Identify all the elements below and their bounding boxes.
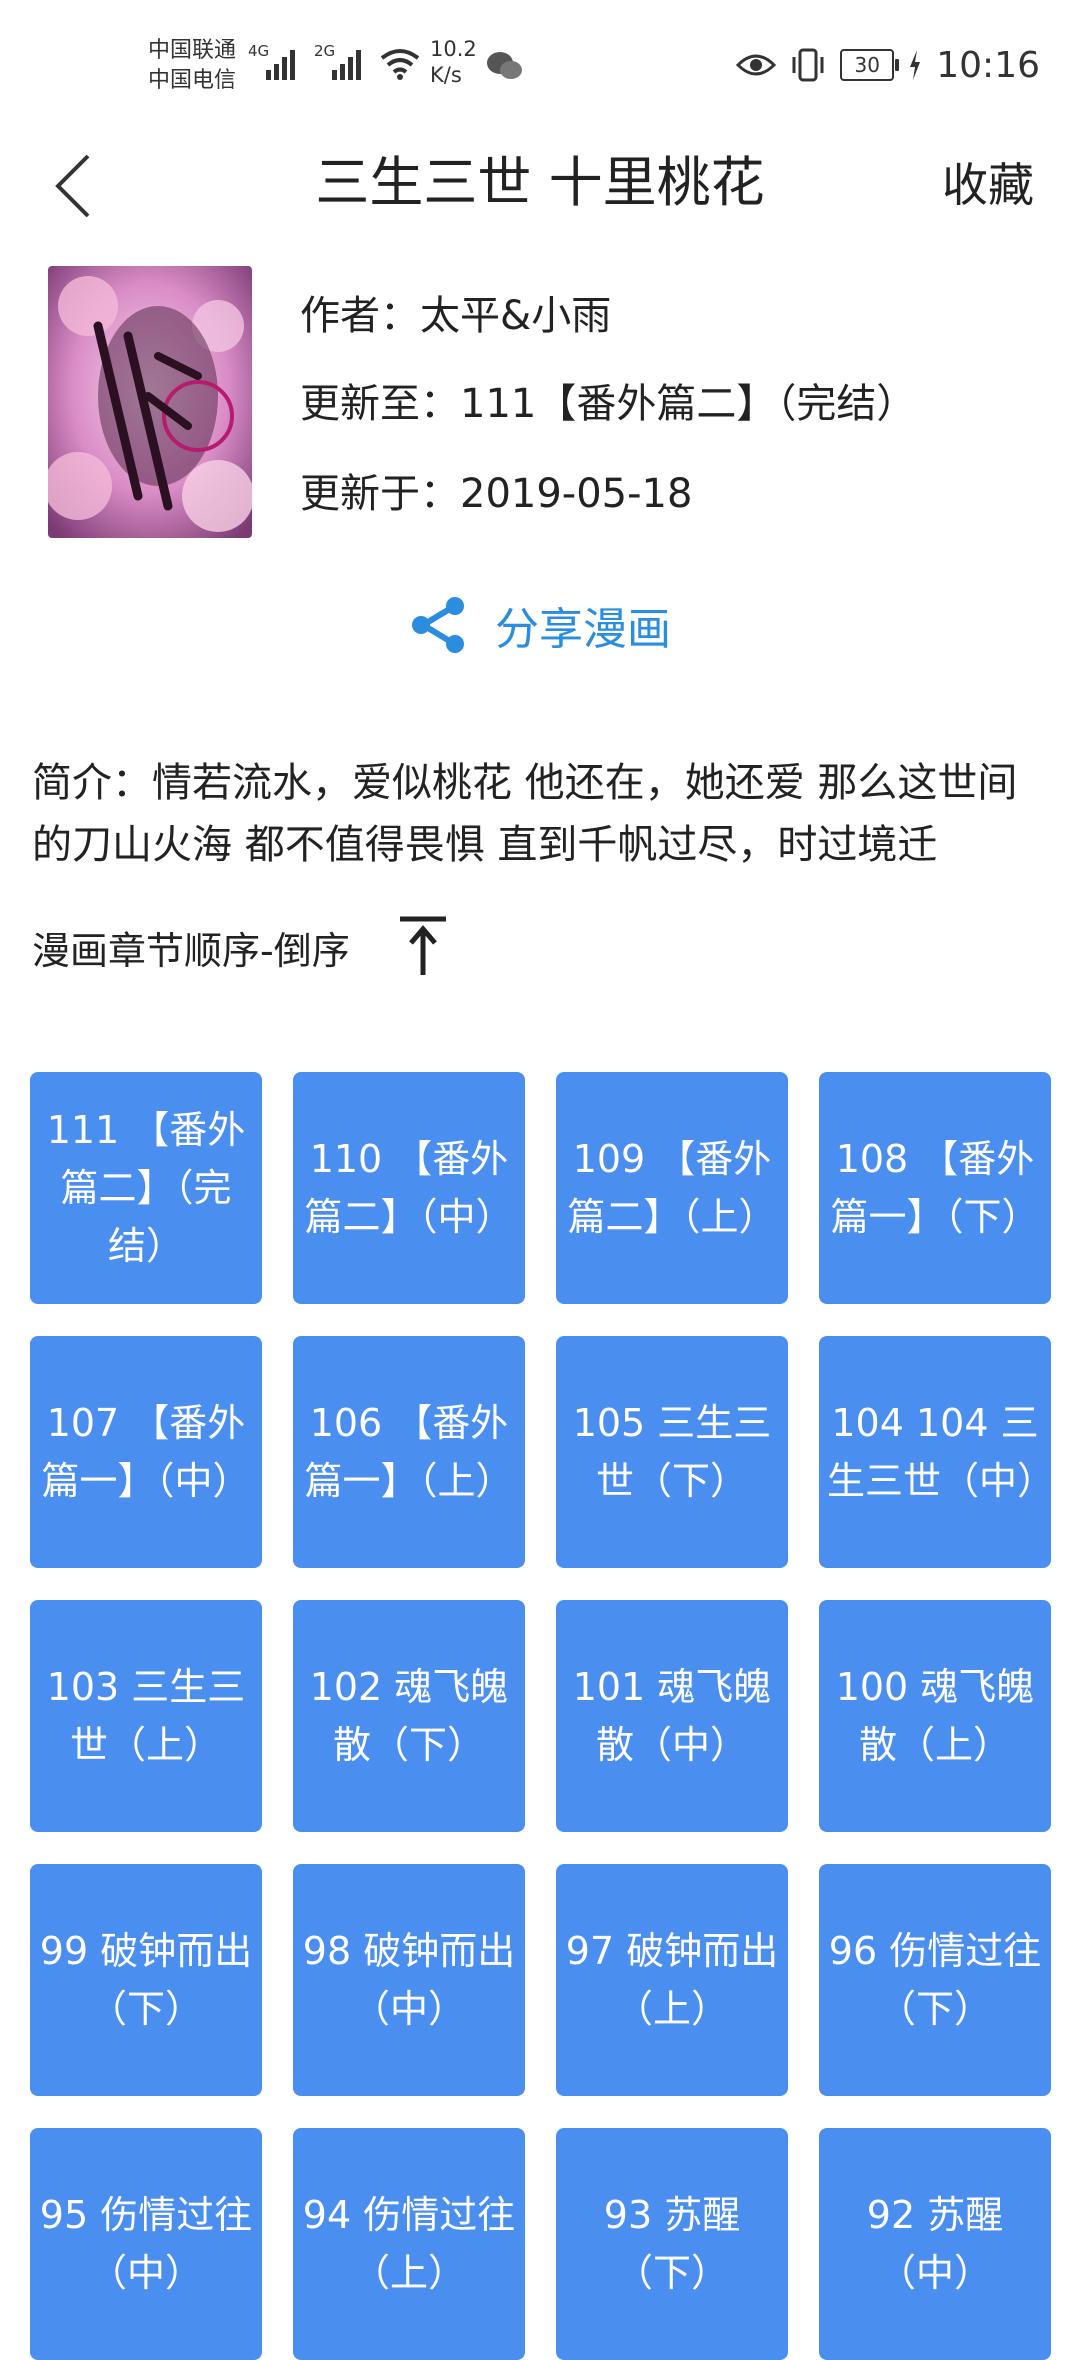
speed-unit: K/s bbox=[430, 63, 462, 87]
chapter-button[interactable]: 103 三生三世（上） bbox=[30, 1600, 262, 1832]
status-right: 30 10:16 bbox=[736, 42, 1040, 88]
eye-icon bbox=[736, 54, 777, 76]
book-update-to: 更新至：111【番外篇二】（完结） bbox=[300, 381, 917, 427]
vibrate-icon bbox=[792, 48, 824, 82]
chapter-button[interactable]: 95 伤情过往（中） bbox=[30, 2128, 262, 2360]
comic-cover-image bbox=[48, 266, 252, 538]
favorite-button[interactable]: 收藏 bbox=[942, 150, 1034, 220]
chapter-order-label: 漫画章节顺序-倒序 bbox=[32, 928, 350, 973]
chapter-button[interactable]: 96 伤情过往（下） bbox=[819, 1864, 1051, 2096]
carrier-2: 中国电信 bbox=[148, 68, 237, 93]
chapter-button[interactable]: 97 破钟而出（上） bbox=[556, 1864, 788, 2096]
book-updated-at: 更新于：2019-05-18 bbox=[300, 471, 693, 517]
chapter-button[interactable]: 92 苏醒（中） bbox=[819, 2128, 1051, 2360]
chapter-button[interactable]: 101 魂飞魄散（中） bbox=[556, 1600, 788, 1832]
chapter-button[interactable]: 98 破钟而出（中） bbox=[293, 1864, 525, 2096]
carrier-info: 中国联通 中国电信 bbox=[148, 36, 236, 96]
sort-toggle-icon[interactable] bbox=[396, 915, 450, 979]
share-icon bbox=[412, 597, 464, 653]
chapter-order-row: 漫画章节顺序-倒序 bbox=[32, 912, 450, 982]
chapter-button[interactable]: 100 魂飞魄散（上） bbox=[819, 1600, 1051, 1832]
network-speed: 10.2 K/s bbox=[430, 36, 477, 88]
chapter-button[interactable]: 102 魂飞魄散（下） bbox=[293, 1600, 525, 1832]
chapter-button[interactable]: 111 【番外篇二】（完结） bbox=[30, 1072, 262, 1304]
clock: 10:16 bbox=[936, 44, 1040, 86]
title-bar: 三生三世 十里桃花 收藏 bbox=[0, 130, 1080, 240]
book-author: 作者：太平&小雨 bbox=[300, 293, 612, 339]
charging-icon bbox=[910, 50, 921, 80]
share-comic-button[interactable]: 分享漫画 bbox=[0, 590, 1080, 660]
chapter-button[interactable]: 104 104 三生三世（中） bbox=[819, 1336, 1055, 1568]
chapter-button[interactable]: 93 苏醒（下） bbox=[556, 2128, 788, 2360]
status-bar: 中国联通 中国电信 4G 2G 10.2 K/s 30 10:16 bbox=[0, 0, 1080, 130]
battery-indicator: 30 bbox=[840, 49, 900, 81]
chapter-button[interactable]: 109 【番外篇二】（上） bbox=[556, 1072, 788, 1304]
wechat-icon bbox=[487, 52, 522, 79]
carrier-1: 中国联通 bbox=[148, 38, 237, 63]
chapter-button[interactable]: 110 【番外篇二】（中） bbox=[293, 1072, 525, 1304]
share-label: 分享漫画 bbox=[495, 604, 671, 655]
chapter-button[interactable]: 106 【番外篇一】（上） bbox=[293, 1336, 525, 1568]
wifi-icon bbox=[380, 49, 420, 80]
chapter-button[interactable]: 108 【番外篇一】（下） bbox=[819, 1072, 1051, 1304]
chapter-button[interactable]: 94 伤情过往（上） bbox=[293, 2128, 525, 2360]
chapter-button[interactable]: 107 【番外篇一】（中） bbox=[30, 1336, 262, 1568]
comic-intro: 简介：情若流水，爱似桃花 他还在，她还爱 那么这世间的刀山火海 都不值得畏惧 直… bbox=[32, 760, 1018, 868]
chapter-button[interactable]: 105 三生三世（下） bbox=[556, 1336, 788, 1568]
chapter-button[interactable]: 99 破钟而出（下） bbox=[30, 1864, 262, 2096]
page-title: 三生三世 十里桃花 bbox=[315, 151, 765, 214]
speed-value: 10.2 bbox=[430, 37, 477, 61]
